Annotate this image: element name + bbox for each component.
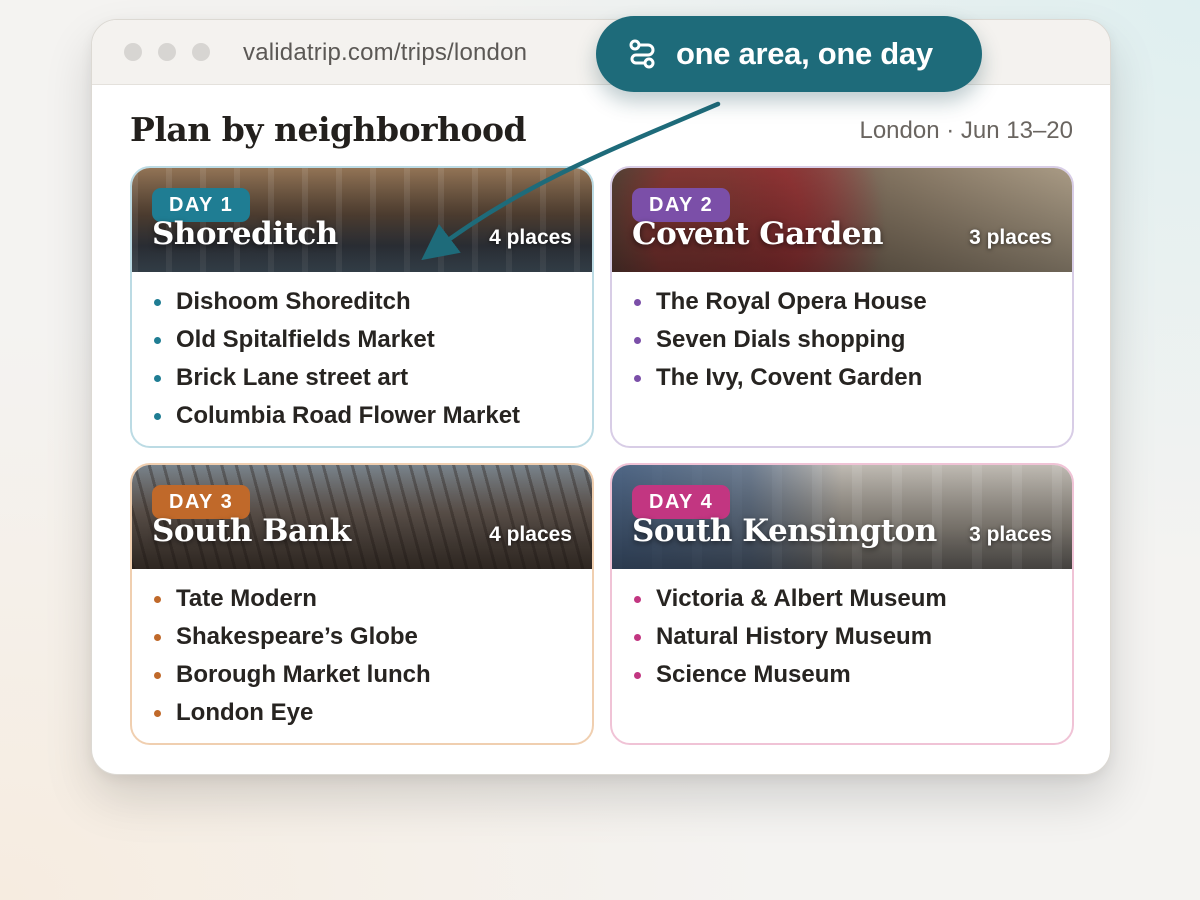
place-item[interactable]: Victoria & Albert Museum (634, 583, 1072, 621)
place-name: London Eye (176, 699, 314, 726)
place-name: The Ivy, Covent Garden (656, 364, 923, 391)
area-name: South Kensington (632, 513, 937, 549)
day-card-south-bank[interactable]: DAY 3 South Bank 4 places Tate Modern Sh… (130, 463, 594, 745)
place-item[interactable]: Natural History Museum (634, 621, 1072, 659)
bullet-icon (154, 596, 161, 603)
bullet-icon (154, 634, 161, 641)
area-name: Covent Garden (632, 216, 884, 252)
bullet-icon (634, 672, 641, 679)
browser-window: validatrip.com/trips/london Plan by neig… (91, 19, 1111, 775)
place-item[interactable]: Brick Lane street art (154, 362, 592, 400)
day-card-covent-garden[interactable]: DAY 2 Covent Garden 3 places The Royal O… (610, 166, 1074, 448)
place-name: Natural History Museum (656, 623, 933, 650)
callout-text: one area, one day (676, 36, 933, 71)
day-card-south-kensington[interactable]: DAY 4 South Kensington 3 places Victoria… (610, 463, 1074, 745)
place-item[interactable]: Dishoom Shoreditch (154, 286, 592, 324)
bullet-icon (634, 375, 641, 382)
place-name: Dishoom Shoreditch (176, 288, 411, 315)
trip-subtitle: London · Jun 13–20 (859, 117, 1073, 144)
place-item[interactable]: London Eye (154, 697, 592, 735)
place-list: Victoria & Albert Museum Natural History… (612, 569, 1072, 697)
place-count: 3 places (969, 226, 1052, 249)
area-photo-banner: DAY 3 South Bank 4 places (132, 465, 592, 569)
window-close-dot[interactable] (124, 43, 142, 61)
bullet-icon (154, 337, 161, 344)
area-photo-banner: DAY 4 South Kensington 3 places (612, 465, 1072, 569)
place-item[interactable]: Old Spitalfields Market (154, 324, 592, 362)
bullet-icon (634, 299, 641, 306)
place-name: Tate Modern (176, 585, 317, 612)
place-name: Brick Lane street art (176, 364, 409, 391)
route-icon (629, 39, 655, 69)
bullet-icon (154, 375, 161, 382)
bullet-icon (634, 337, 641, 344)
place-count: 4 places (489, 523, 572, 546)
place-name: Borough Market lunch (176, 661, 431, 688)
place-name: Columbia Road Flower Market (176, 402, 521, 429)
place-list: Dishoom Shoreditch Old Spitalfields Mark… (132, 272, 592, 438)
place-name: Shakespeare’s Globe (176, 623, 418, 650)
window-zoom-dot[interactable] (192, 43, 210, 61)
area-photo-banner: DAY 2 Covent Garden 3 places (612, 168, 1072, 272)
bullet-icon (634, 634, 641, 641)
area-name: South Bank (152, 513, 351, 549)
callout-pill: one area, one day (596, 16, 982, 92)
page-title: Plan by neighborhood (130, 110, 527, 149)
place-item[interactable]: Seven Dials shopping (634, 324, 1072, 362)
address-bar-url[interactable]: validatrip.com/trips/london (243, 39, 527, 67)
place-item[interactable]: The Ivy, Covent Garden (634, 362, 1072, 400)
place-item[interactable]: Tate Modern (154, 583, 592, 621)
place-count: 3 places (969, 523, 1052, 546)
place-name: Seven Dials shopping (656, 326, 906, 353)
area-name: Shoreditch (152, 216, 338, 252)
place-list: The Royal Opera House Seven Dials shoppi… (612, 272, 1072, 400)
bullet-icon (154, 413, 161, 420)
area-photo-banner: DAY 1 Shoreditch 4 places (132, 168, 592, 272)
place-item[interactable]: Science Museum (634, 659, 1072, 697)
bullet-icon (154, 710, 161, 717)
day-card-shoreditch[interactable]: DAY 1 Shoreditch 4 places Dishoom Shored… (130, 166, 594, 448)
place-count: 4 places (489, 226, 572, 249)
place-item[interactable]: Borough Market lunch (154, 659, 592, 697)
place-name: Science Museum (656, 661, 851, 688)
bullet-icon (634, 596, 641, 603)
window-minimize-dot[interactable] (158, 43, 176, 61)
place-item[interactable]: Shakespeare’s Globe (154, 621, 592, 659)
place-name: Old Spitalfields Market (176, 326, 435, 353)
place-item[interactable]: Columbia Road Flower Market (154, 400, 592, 438)
place-item[interactable]: The Royal Opera House (634, 286, 1072, 324)
bullet-icon (154, 299, 161, 306)
place-name: The Royal Opera House (656, 288, 927, 315)
place-list: Tate Modern Shakespeare’s Globe Borough … (132, 569, 592, 735)
place-name: Victoria & Albert Museum (656, 585, 947, 612)
bullet-icon (154, 672, 161, 679)
